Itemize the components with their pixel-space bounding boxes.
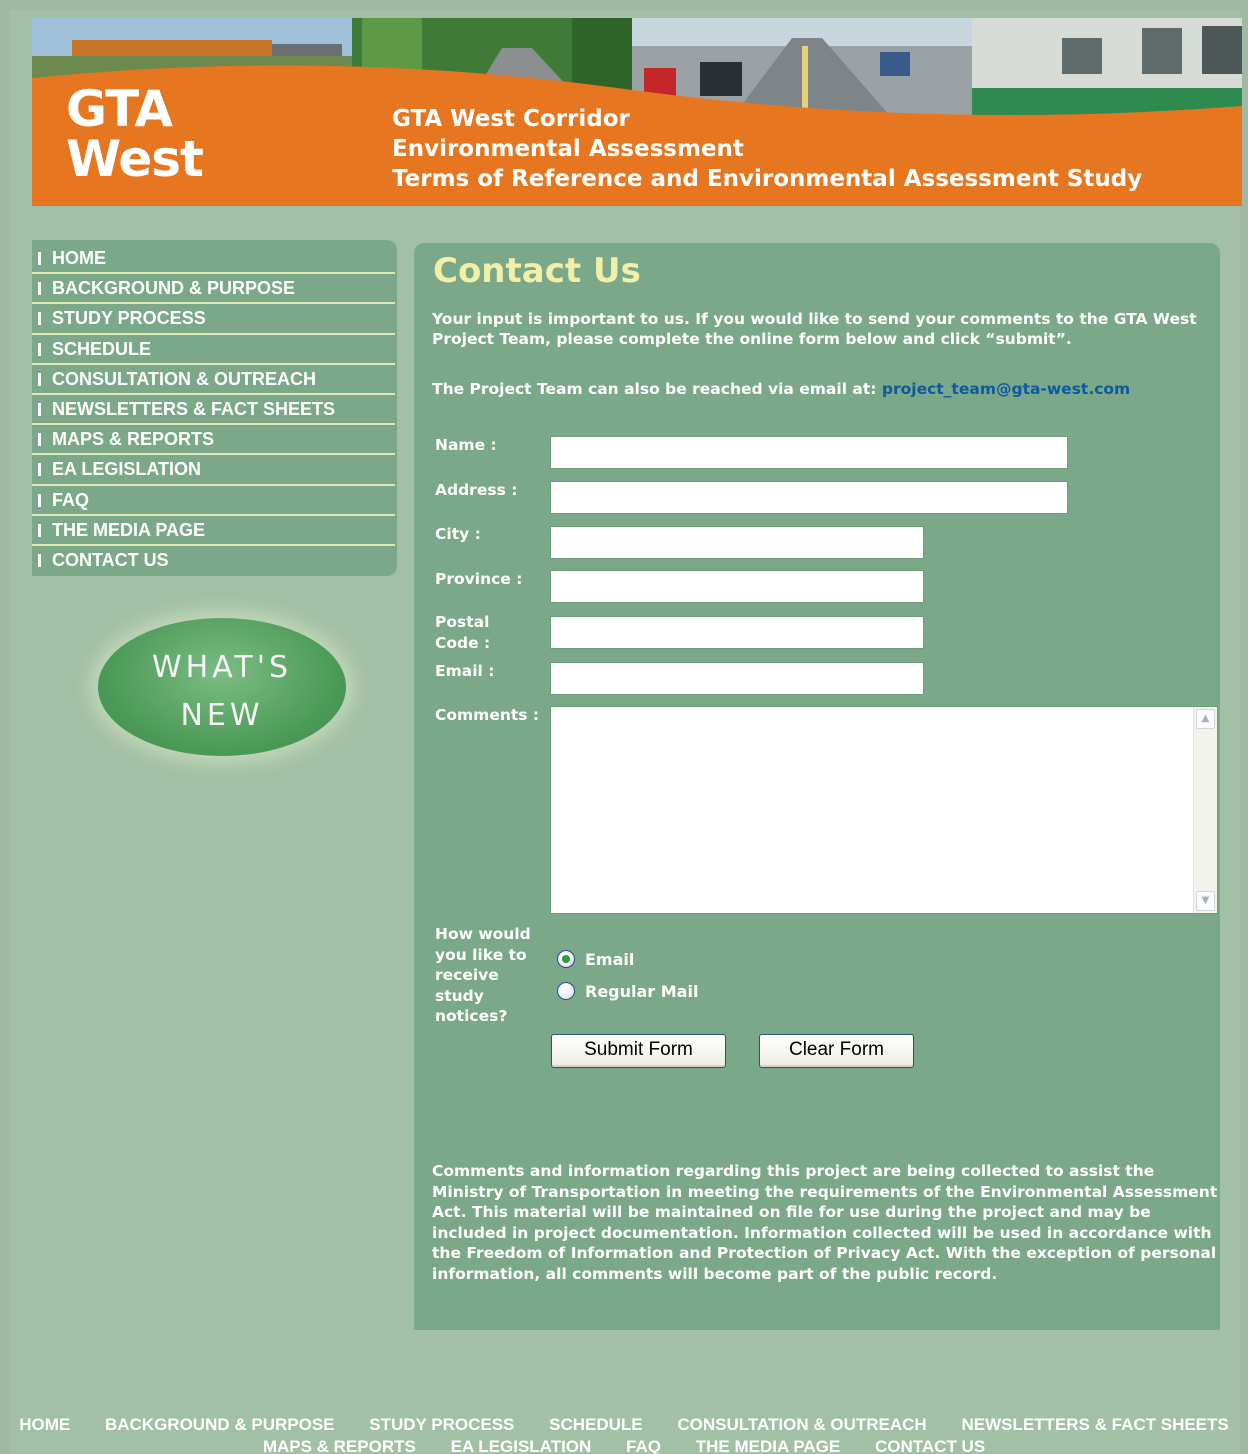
nav-bullet-icon — [38, 493, 41, 507]
sidebar-item-label: EA LEGISLATION — [52, 459, 202, 480]
banner-title-line-3: Terms of Reference and Environmental Ass… — [392, 166, 1143, 192]
nav-bullet-icon — [38, 553, 41, 567]
notices-question: How would you like to receive study noti… — [435, 924, 531, 1027]
nav-bullet-icon — [38, 523, 41, 537]
nav-bullet-icon — [38, 433, 41, 447]
footer-link-media-page[interactable]: THE MEDIA PAGE — [696, 1437, 841, 1454]
city-field[interactable] — [550, 526, 924, 559]
sidebar-item-study-process[interactable]: STUDY PROCESS — [32, 304, 395, 335]
project-email-link[interactable]: project_team@gta-west.com — [882, 380, 1130, 398]
notices-question-line-1: How would — [435, 925, 531, 943]
banner-title: GTA West Corridor Environmental Assessme… — [392, 104, 1142, 194]
address-label: Address : — [435, 481, 518, 499]
footer-link-consultation[interactable]: CONSULTATION & OUTREACH — [677, 1415, 926, 1434]
sidebar-item-consultation[interactable]: CONSULTATION & OUTREACH — [32, 365, 395, 395]
comments-textarea[interactable]: ▲ ▼ — [550, 706, 1218, 914]
sidebar-item-label: BACKGROUND & PURPOSE — [52, 278, 296, 299]
radio-email[interactable] — [557, 950, 575, 968]
address-field[interactable] — [550, 481, 1068, 514]
sidebar-item-maps[interactable]: MAPS & REPORTS — [32, 425, 395, 456]
city-label: City : — [435, 525, 481, 543]
sidebar-nav: HOME BACKGROUND & PURPOSE STUDY PROCESS … — [32, 240, 397, 576]
radio-email-label[interactable]: Email — [585, 950, 634, 969]
nav-bullet-icon — [38, 402, 41, 416]
footer-link-maps[interactable]: MAPS & REPORTS — [263, 1437, 416, 1454]
comments-label: Comments : — [435, 706, 540, 724]
sidebar-item-home[interactable]: HOME — [32, 244, 395, 275]
scroll-down-icon[interactable]: ▼ — [1196, 891, 1215, 911]
footer-link-contact-us[interactable]: CONTACT US — [875, 1437, 985, 1454]
whats-new-line-1: WHAT'S — [151, 650, 293, 685]
sidebar-item-label: NEWSLETTERS & FACT SHEETS — [52, 398, 336, 419]
radio-regular-mail[interactable] — [557, 982, 575, 1000]
postal-code-field[interactable] — [550, 616, 924, 649]
nav-bullet-icon — [38, 252, 41, 265]
privacy-disclaimer: Comments and information regarding this … — [432, 1162, 1218, 1283]
notices-question-line-5: notices? — [435, 1007, 508, 1025]
notices-question-line-3: receive — [435, 966, 499, 984]
footer-link-home[interactable]: HOME — [19, 1415, 70, 1434]
sidebar-item-media-page[interactable]: THE MEDIA PAGE — [32, 516, 395, 546]
notices-question-line-4: study — [435, 986, 484, 1005]
sidebar-item-schedule[interactable]: SCHEDULE — [32, 335, 395, 365]
footer-link-background[interactable]: BACKGROUND & PURPOSE — [105, 1415, 335, 1434]
sidebar-item-label: CONSULTATION & OUTREACH — [52, 368, 316, 389]
nav-bullet-icon — [38, 372, 41, 386]
sidebar-item-label: CONTACT US — [52, 549, 169, 570]
sidebar-item-faq[interactable]: FAQ — [32, 486, 395, 516]
whats-new-line-2: NEW — [180, 698, 264, 733]
sidebar-item-label: FAQ — [52, 489, 90, 510]
province-label: Province : — [435, 570, 523, 588]
sidebar-item-newsletters[interactable]: NEWSLETTERS & FACT SHEETS — [32, 395, 395, 426]
sidebar-item-label: THE MEDIA PAGE — [52, 519, 206, 540]
name-field[interactable] — [550, 436, 1068, 469]
footer-link-faq[interactable]: FAQ — [626, 1437, 661, 1454]
site-logo[interactable]: GTA West — [66, 80, 204, 188]
email-prefix: The Project Team can also be reached via… — [432, 380, 882, 398]
footer-link-newsletters[interactable]: NEWSLETTERS & FACT SHEETS — [961, 1415, 1228, 1434]
nav-bullet-icon — [38, 282, 41, 296]
submit-button[interactable]: Submit Form — [551, 1034, 726, 1068]
logo-line-1: GTA — [66, 80, 173, 138]
email-field[interactable] — [550, 662, 924, 695]
nav-bullet-icon — [38, 463, 41, 477]
footer-row-1: HOME BACKGROUND & PURPOSE STUDY PROCESS … — [0, 1414, 1248, 1436]
banner-title-line-1: GTA West Corridor — [392, 106, 630, 132]
sidebar-item-contact-us[interactable]: CONTACT US — [32, 546, 395, 576]
name-label: Name : — [435, 436, 497, 454]
intro-text: Your input is important to us. If you wo… — [432, 310, 1197, 348]
postal-label-line-1: Postal — [435, 613, 490, 631]
sidebar-item-label: STUDY PROCESS — [52, 308, 206, 329]
footer-row-2: MAPS & REPORTS EA LEGISLATION FAQ THE ME… — [0, 1436, 1248, 1454]
sidebar-item-background[interactable]: BACKGROUND & PURPOSE — [32, 274, 395, 305]
footer-link-ea-legislation[interactable]: EA LEGISLATION — [451, 1437, 592, 1454]
page-title: Contact Us — [433, 251, 641, 291]
footer-link-study-process[interactable]: STUDY PROCESS — [369, 1415, 514, 1434]
whats-new-button[interactable]: WHAT'S NEW — [98, 618, 346, 756]
logo-line-2: West — [66, 130, 204, 188]
scroll-up-icon[interactable]: ▲ — [1196, 709, 1215, 729]
nav-bullet-icon — [38, 312, 41, 326]
postal-code-label: Postal Code : — [435, 612, 490, 653]
radio-regular-mail-label[interactable]: Regular Mail — [585, 982, 698, 1001]
email-label: Email : — [435, 662, 495, 680]
sidebar-item-label: SCHEDULE — [52, 338, 152, 359]
footer-link-schedule[interactable]: SCHEDULE — [549, 1415, 643, 1434]
clear-button[interactable]: Clear Form — [759, 1034, 914, 1068]
banner-title-line-2: Environmental Assessment — [392, 136, 744, 162]
footer-nav: HOME BACKGROUND & PURPOSE STUDY PROCESS … — [0, 1414, 1248, 1454]
sidebar-item-ea-legislation[interactable]: EA LEGISLATION — [32, 455, 395, 486]
email-line: The Project Team can also be reached via… — [432, 380, 1130, 398]
sidebar-item-label: MAPS & REPORTS — [52, 429, 215, 450]
province-field[interactable] — [550, 570, 924, 603]
nav-bullet-icon — [38, 342, 41, 356]
comments-scrollbar[interactable]: ▲ ▼ — [1193, 707, 1217, 913]
sidebar-item-label: HOME — [52, 248, 106, 268]
postal-label-line-2: Code : — [435, 633, 491, 652]
notices-question-line-2: you like to — [435, 945, 527, 964]
site-banner: GTA West GTA West Corridor Environmental… — [32, 18, 1242, 206]
contact-panel: Contact Us Your input is important to us… — [414, 243, 1220, 1330]
